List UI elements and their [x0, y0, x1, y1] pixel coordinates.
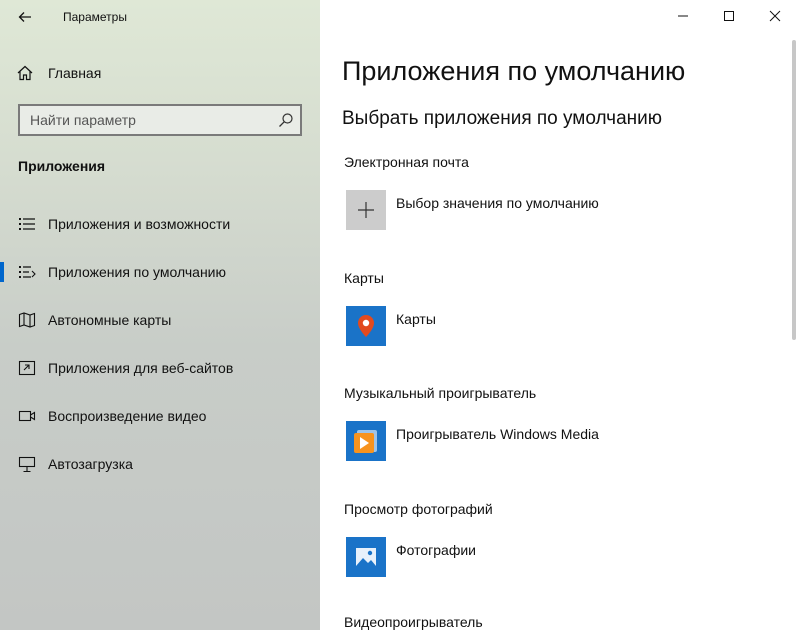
photos-icon [346, 537, 386, 577]
default-apps-icon [18, 263, 36, 281]
maximize-button[interactable] [706, 0, 752, 32]
search-icon[interactable] [278, 112, 294, 128]
sidebar-item-apps-features[interactable]: Приложения и возможности [0, 200, 320, 248]
sidebar-item-label: Приложения и возможности [48, 216, 231, 232]
map-icon [18, 311, 36, 329]
arrow-left-icon [18, 12, 31, 22]
main-content: Приложения по умолчанию Выбрать приложен… [320, 0, 798, 630]
category-video-player: Видеопроигрыватель [344, 614, 483, 630]
plus-icon [346, 190, 386, 230]
window-controls [660, 0, 798, 32]
home-label: Главная [48, 65, 102, 81]
page-subtitle: Выбрать приложения по умолчанию [342, 108, 663, 129]
sidebar-nav: Приложения и возможности Приложения по у… [0, 200, 320, 488]
sidebar-item-label: Приложения для веб-сайтов [48, 360, 234, 376]
default-email-app[interactable]: Выбор значения по умолчанию [346, 190, 599, 230]
category-music-player: Музыкальный проигрыватель [344, 385, 537, 401]
list-icon [18, 215, 36, 233]
back-button[interactable] [14, 7, 36, 27]
sidebar-item-label: Приложения по умолчанию [48, 264, 226, 280]
default-music-app[interactable]: Проигрыватель Windows Media [346, 421, 599, 461]
sidebar: Параметры Главная Приложения Приложения … [0, 0, 320, 630]
home-icon [17, 65, 33, 81]
app-name: Проигрыватель Windows Media [396, 426, 599, 442]
minimize-button[interactable] [660, 0, 706, 32]
sidebar-item-offline-maps[interactable]: Автономные карты [0, 296, 320, 344]
search-input[interactable] [20, 106, 300, 134]
app-title: Параметры [63, 10, 127, 24]
category-photo-viewer: Просмотр фотографий [344, 501, 493, 517]
close-icon [769, 10, 781, 22]
sidebar-item-label: Автозагрузка [48, 456, 133, 472]
windows-media-player-icon [346, 421, 386, 461]
sidebar-item-label: Автономные карты [48, 312, 172, 328]
section-title: Приложения [18, 158, 106, 174]
sidebar-item-web-apps[interactable]: Приложения для веб-сайтов [0, 344, 320, 392]
minimize-icon [678, 15, 688, 17]
sidebar-item-video-playback[interactable]: Воспроизведение видео [0, 392, 320, 440]
page-title: Приложения по умолчанию [342, 56, 686, 86]
close-button[interactable] [752, 0, 798, 32]
default-maps-app[interactable]: Карты [346, 306, 436, 346]
web-apps-icon [18, 359, 36, 377]
sidebar-item-default-apps[interactable]: Приложения по умолчанию [0, 248, 320, 296]
maximize-icon [724, 11, 734, 21]
startup-icon [18, 455, 36, 473]
app-name: Карты [396, 311, 436, 327]
app-name: Выбор значения по умолчанию [396, 195, 599, 211]
titlebar-left: Параметры [0, 0, 320, 34]
sidebar-item-startup[interactable]: Автозагрузка [0, 440, 320, 488]
scrollbar[interactable] [792, 40, 796, 340]
category-email: Электронная почта [344, 154, 469, 170]
category-maps: Карты [344, 270, 384, 286]
default-photos-app[interactable]: Фотографии [346, 537, 476, 577]
video-icon [18, 407, 36, 425]
search-box[interactable] [18, 104, 302, 136]
sidebar-item-label: Воспроизведение видео [48, 408, 207, 424]
maps-pin-icon [346, 306, 386, 346]
home-link[interactable]: Главная [16, 62, 101, 84]
app-name: Фотографии [396, 542, 477, 558]
